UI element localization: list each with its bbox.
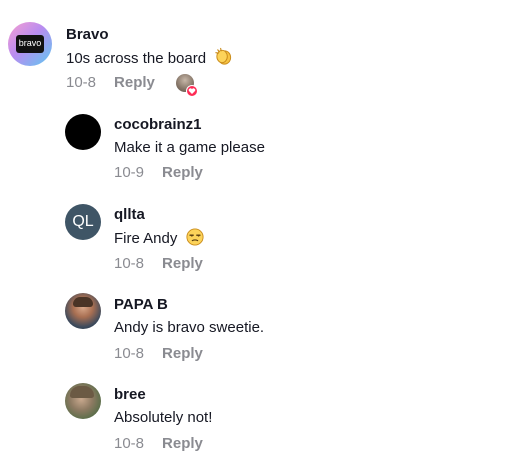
username[interactable]: cocobrainz1 [114, 116, 202, 134]
reply-comment-qllta: QL qllta Fire Andy 10-8 Reply [0, 190, 527, 280]
avatar[interactable] [65, 383, 101, 419]
comment-date: 10-8 [114, 345, 145, 362]
bravo-logo: bravo [16, 35, 44, 53]
reply-button[interactable]: Reply [162, 255, 203, 272]
avatar[interactable]: bravo [8, 22, 52, 66]
comment-text: Andy is bravo sweetie. [114, 319, 265, 336]
comment-text: Fire Andy [114, 228, 204, 252]
username[interactable]: bree [114, 386, 146, 404]
comment-bravo: bravo Bravo 10s across the board 10-8 Rep… [0, 0, 527, 100]
avatar-photo-hair [70, 386, 94, 398]
comment-meta: 10-8 Reply [114, 345, 203, 363]
comment-text-body: 10s across the board [66, 50, 207, 67]
reply-comment-cocobrainz1: cocobrainz1 Make it a game please 10-9 Re… [0, 100, 527, 190]
comment-date: 10-8 [114, 255, 145, 272]
reply-button[interactable]: Reply [162, 435, 203, 452]
avatar-logo-text: bravo [18, 38, 42, 48]
comment-text: 10s across the board [66, 47, 233, 72]
comment-text-body: Fire Andy [114, 230, 178, 247]
comment-meta: 10-8 Reply [66, 74, 155, 92]
unamused-face-emoji-icon [185, 228, 204, 252]
liked-by-creator-indicator[interactable] [176, 74, 198, 97]
comment-meta: 10-8 Reply [114, 255, 203, 273]
avatar[interactable] [65, 114, 101, 150]
avatar[interactable]: QL [65, 204, 101, 240]
avatar[interactable] [65, 293, 101, 329]
comment-meta: 10-9 Reply [114, 164, 203, 182]
comment-date: 10-8 [66, 74, 97, 91]
comment-date: 10-8 [114, 435, 145, 452]
reply-comment-papa-b: PAPA B Andy is bravo sweetie. 10-8 Reply [0, 280, 527, 370]
clapping-hands-emoji-icon [214, 47, 233, 72]
heart-icon [186, 85, 198, 97]
reply-comment-bree: bree Absolutely not! 10-8 Reply [0, 370, 527, 464]
comment-text: Make it a game please [114, 139, 265, 156]
reply-button[interactable]: Reply [114, 74, 155, 91]
username[interactable]: Bravo [66, 26, 109, 44]
comment-meta: 10-8 Reply [114, 435, 203, 453]
avatar-photo-hair [73, 297, 93, 307]
username[interactable]: PAPA B [114, 296, 168, 314]
comment-text: Absolutely not! [114, 409, 213, 426]
reply-button[interactable]: Reply [162, 164, 203, 181]
username[interactable]: qllta [114, 206, 145, 224]
avatar-initials: QL [72, 213, 94, 230]
reply-button[interactable]: Reply [162, 345, 203, 362]
comment-date: 10-9 [114, 164, 145, 181]
